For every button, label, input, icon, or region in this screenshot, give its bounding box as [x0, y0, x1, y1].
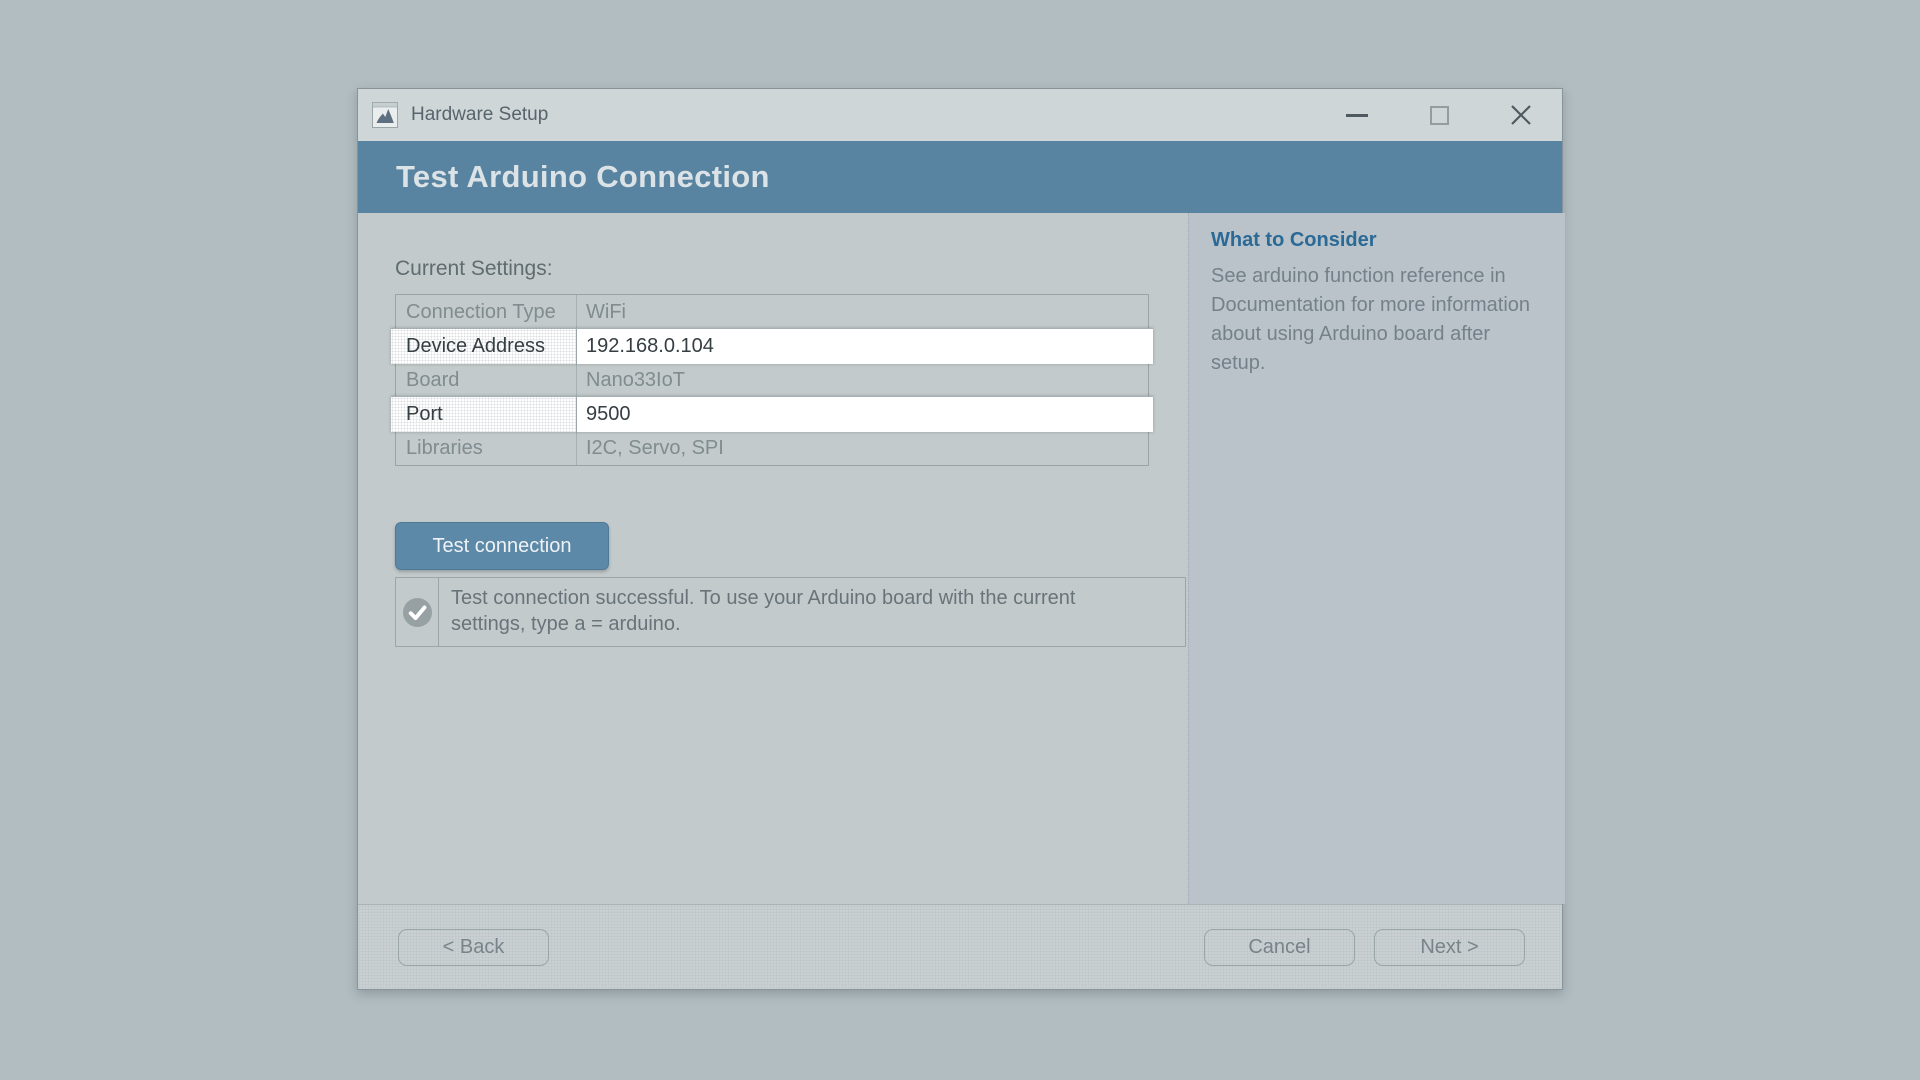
device-address-field[interactable]: 192.168.0.104 — [577, 329, 1153, 364]
setting-label: Board — [396, 364, 577, 397]
settings-table: Connection Type WiFi Device Address 192.… — [395, 294, 1149, 466]
setting-label: Libraries — [396, 432, 577, 465]
next-button[interactable]: Next > — [1374, 929, 1525, 966]
maximize-icon — [1430, 106, 1449, 125]
window-controls — [1316, 89, 1562, 141]
check-circle-icon — [402, 597, 433, 628]
matlab-window-icon — [372, 102, 398, 128]
table-row-libraries: Libraries I2C, Servo, SPI — [396, 431, 1148, 465]
setting-label: Connection Type — [396, 295, 577, 329]
close-button[interactable] — [1480, 89, 1562, 141]
setting-value: I2C, Servo, SPI — [577, 432, 1148, 465]
table-row-board: Board Nano33IoT — [396, 363, 1148, 397]
page-title: Test Arduino Connection — [396, 159, 770, 195]
main-panel: Current Settings: Connection Type WiFi D… — [358, 213, 1188, 904]
hardware-setup-dialog: Hardware Setup Test Arduino Connection C… — [357, 88, 1563, 990]
table-row-port[interactable]: Port 9500 — [391, 396, 1153, 432]
titlebar[interactable]: Hardware Setup — [358, 89, 1562, 141]
minimize-button[interactable] — [1316, 89, 1398, 141]
status-message: Test connection successful. To use your … — [439, 578, 1087, 646]
setting-value: WiFi — [577, 295, 1148, 329]
test-connection-button[interactable]: Test connection — [395, 522, 609, 570]
side-panel-body: See arduino function reference in Docume… — [1211, 262, 1541, 378]
setting-label: Device Address — [391, 329, 577, 364]
minimize-icon — [1346, 114, 1368, 117]
setting-label: Port — [391, 397, 577, 432]
table-row-connection-type: Connection Type WiFi — [396, 295, 1148, 329]
cancel-button[interactable]: Cancel — [1204, 929, 1355, 966]
table-row-device-address[interactable]: Device Address 192.168.0.104 — [391, 328, 1153, 364]
close-icon — [1510, 104, 1532, 126]
footer: < Back Cancel Next > — [358, 904, 1562, 989]
side-panel-heading: What to Consider — [1211, 229, 1541, 252]
status-icon-cell — [396, 578, 439, 646]
status-box: Test connection successful. To use your … — [395, 577, 1186, 647]
status-message-line2: settings, type a = arduino. — [451, 611, 1075, 637]
content-area: Current Settings: Connection Type WiFi D… — [358, 213, 1562, 904]
what-to-consider-panel: What to Consider See arduino function re… — [1188, 213, 1565, 904]
maximize-button[interactable] — [1398, 89, 1480, 141]
setting-value: Nano33IoT — [577, 364, 1148, 397]
current-settings-label: Current Settings: — [395, 257, 1188, 281]
window-title: Hardware Setup — [411, 104, 548, 126]
back-button[interactable]: < Back — [398, 929, 549, 966]
status-message-line1: Test connection successful. To use your … — [451, 585, 1075, 611]
page-header: Test Arduino Connection — [358, 141, 1562, 213]
port-field[interactable]: 9500 — [577, 397, 1153, 432]
